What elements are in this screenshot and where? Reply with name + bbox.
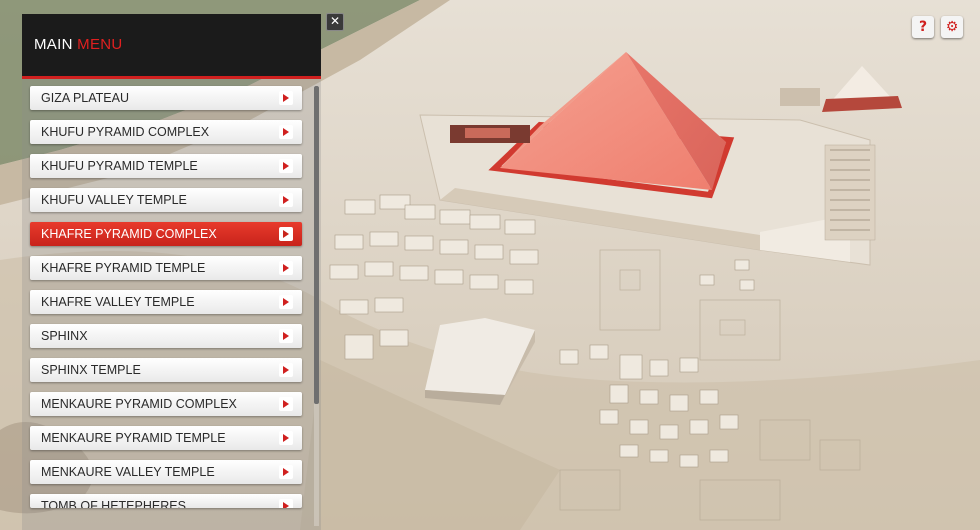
menu-item-khufu-valley-temple[interactable]: KHUFU VALLEY TEMPLE [30, 188, 302, 212]
menu-item-label: KHAFRE PYRAMID COMPLEX [41, 227, 217, 241]
help-icon: ? [918, 19, 928, 35]
play-icon [279, 499, 293, 508]
menu-item-khufu-pyramid-temple[interactable]: KHUFU PYRAMID TEMPLE [30, 154, 302, 178]
main-menu-panel: MAIN MENU GIZA PLATEAU KHUFU PYRAMID COM… [22, 14, 321, 530]
menu-title: MAIN MENU [34, 36, 123, 53]
menu-item-sphinx-temple[interactable]: SPHINX TEMPLE [30, 358, 302, 382]
play-icon [279, 125, 293, 139]
menu-item-label: SPHINX TEMPLE [41, 363, 141, 377]
play-icon [279, 295, 293, 309]
gear-icon: ⚙ [945, 19, 959, 35]
menu-item-khafre-pyramid-temple[interactable]: KHAFRE PYRAMID TEMPLE [30, 256, 302, 280]
play-icon [279, 465, 293, 479]
settings-button[interactable]: ⚙ [941, 16, 963, 38]
menu-item-label: KHUFU PYRAMID TEMPLE [41, 159, 198, 173]
help-button[interactable]: ? [912, 16, 934, 38]
menu-item-label: TOMB OF HETEPHERES [41, 499, 186, 508]
menu-item-khafre-valley-temple[interactable]: KHAFRE VALLEY TEMPLE [30, 290, 302, 314]
menu-item-menkaure-pyramid-temple[interactable]: MENKAURE PYRAMID TEMPLE [30, 426, 302, 450]
play-icon [279, 431, 293, 445]
menu-item-label: KHUFU PYRAMID COMPLEX [41, 125, 210, 139]
menu-item-tomb-of-hetepheres[interactable]: TOMB OF HETEPHERES [30, 494, 302, 508]
play-icon [279, 397, 293, 411]
menu-item-sphinx[interactable]: SPHINX [30, 324, 302, 348]
play-icon [279, 193, 293, 207]
menu-item-label: KHUFU VALLEY TEMPLE [41, 193, 187, 207]
menu-header: MAIN MENU [22, 14, 321, 79]
menu-scrollbar[interactable] [314, 86, 319, 526]
menu-item-label: MENKAURE PYRAMID COMPLEX [41, 397, 237, 411]
menu-item-label: KHAFRE PYRAMID TEMPLE [41, 261, 206, 275]
menu-item-label: MENKAURE VALLEY TEMPLE [41, 465, 215, 479]
menu-item-label: SPHINX [41, 329, 88, 343]
play-icon [279, 227, 293, 241]
menu-item-giza-plateau[interactable]: GIZA PLATEAU [30, 86, 302, 110]
menu-title-main: MAIN [34, 36, 73, 53]
play-icon [279, 91, 293, 105]
menu-title-accent: MENU [77, 36, 123, 53]
play-icon [279, 261, 293, 275]
menu-item-label: MENKAURE PYRAMID TEMPLE [41, 431, 226, 445]
close-menu-button[interactable]: ✕ [326, 13, 344, 31]
menu-item-label: KHAFRE VALLEY TEMPLE [41, 295, 195, 309]
play-icon [279, 329, 293, 343]
menu-item-menkaure-pyramid-complex[interactable]: MENKAURE PYRAMID COMPLEX [30, 392, 302, 416]
menu-item-khafre-pyramid-complex[interactable]: KHAFRE PYRAMID COMPLEX [30, 222, 302, 246]
menu-item-label: GIZA PLATEAU [41, 91, 129, 105]
play-icon [279, 363, 293, 377]
menu-item-menkaure-valley-temple[interactable]: MENKAURE VALLEY TEMPLE [30, 460, 302, 484]
play-icon [279, 159, 293, 173]
menu-scroll-thumb[interactable] [314, 86, 319, 404]
menu-item-khufu-pyramid-complex[interactable]: KHUFU PYRAMID COMPLEX [30, 120, 302, 144]
